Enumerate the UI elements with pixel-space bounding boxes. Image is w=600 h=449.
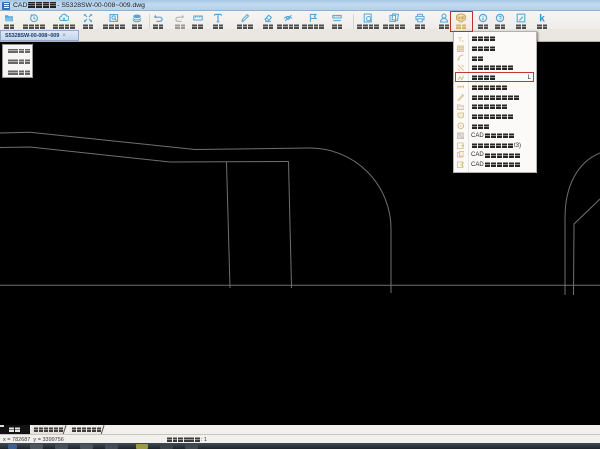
svg-text:k: k [539, 14, 545, 23]
svg-text:a: a [461, 38, 463, 42]
